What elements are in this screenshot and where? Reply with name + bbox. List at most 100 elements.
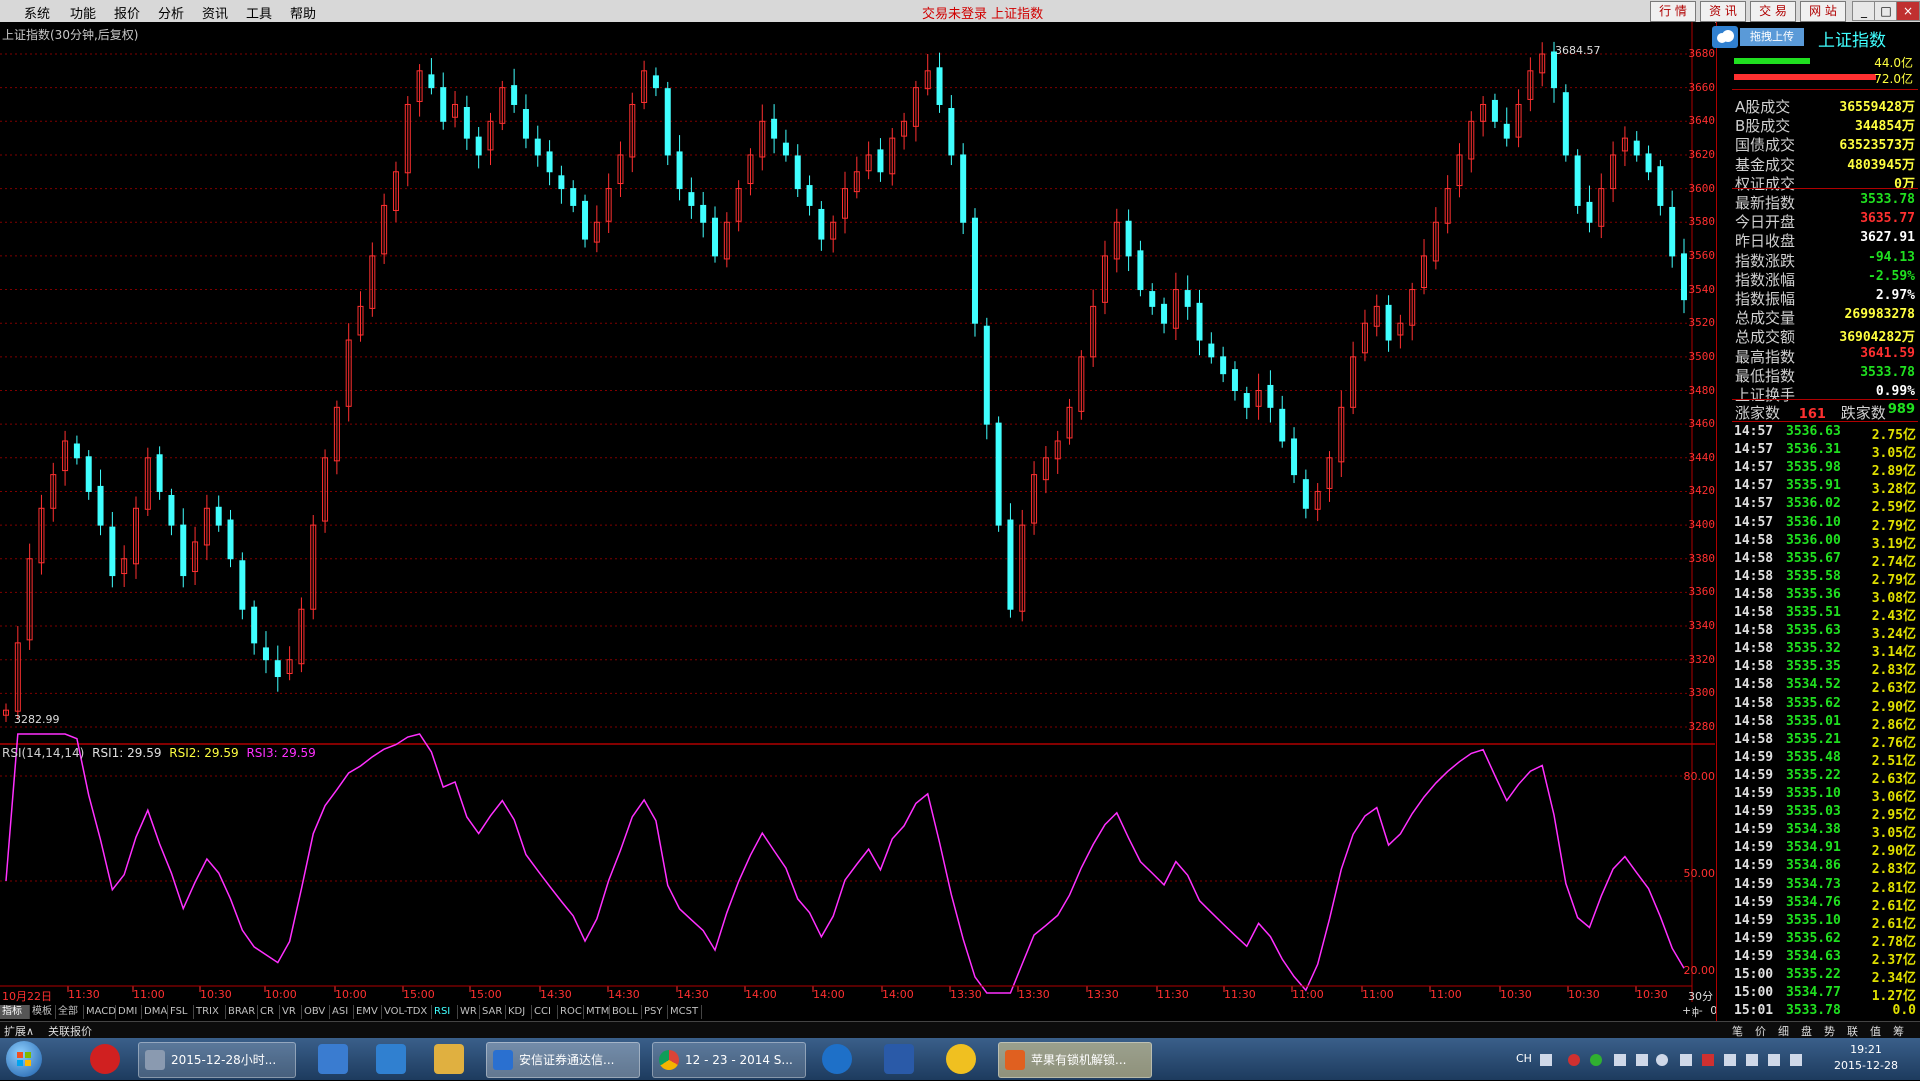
indicator-tab[interactable]: BOLL [610,1005,642,1019]
tick-time: 14:57 [1734,442,1774,458]
indicator-tab[interactable]: SAR [480,1005,506,1019]
stat-row: 今日开盘 3635.77 [1735,211,1915,231]
tick-time: 14:57 [1734,424,1774,439]
menu-info[interactable]: 资讯 [202,3,228,22]
cloud-app-icon[interactable] [376,1044,406,1074]
candle [1562,84,1569,162]
related-quotes-button[interactable]: 关联报价 [48,1023,92,1039]
word-icon[interactable] [884,1044,914,1074]
stat-value: 36559428万 [1839,100,1915,115]
menu-help[interactable]: 帮助 [290,3,316,22]
detail-tab[interactable]: 筹 [1893,1023,1904,1039]
stat-label: 最高指数 [1735,347,1796,366]
detail-tab[interactable]: 盘 [1801,1023,1812,1039]
tick-row: 14:58 3535.67 2.74亿 [1734,551,1916,570]
tick-row: 14:57 3536.63 2.75亿 [1734,424,1916,443]
ie-icon[interactable] [822,1044,852,1074]
indicator-tab[interactable]: FSL [168,1005,194,1019]
indicator-tab[interactable]: DMA [142,1005,168,1019]
indicator-tab[interactable]: VR [280,1005,302,1019]
clock[interactable]: 19:21 2015-12-28 [1820,1043,1912,1072]
indicator-tab[interactable]: WR [458,1005,480,1019]
indicator-tab[interactable]: MACD [84,1005,116,1019]
tick-time: 14:59 [1734,822,1774,838]
tick-row: 14:59 3535.22 2.63亿 [1734,768,1916,787]
menu-tools[interactable]: 工具 [246,3,272,22]
detail-tab[interactable]: 价 [1755,1023,1766,1039]
tick-amount: 2.63亿 [1871,771,1916,787]
detail-tab[interactable]: 值 [1870,1023,1881,1039]
indicator-tab[interactable]: MTM [584,1005,610,1019]
indicator-tab[interactable]: 指标 [0,1005,30,1019]
tick-amount: 2.83亿 [1871,862,1916,878]
tick-time: 14:58 [1734,677,1774,693]
detail-tab[interactable]: 笔 [1732,1023,1743,1039]
indicator-tab[interactable]: OBV [302,1005,330,1019]
stat-row: 上证换手 0.99% [1735,384,1915,404]
indicator-tab[interactable]: DMI [116,1005,142,1019]
input-language[interactable]: CH [1516,1052,1532,1065]
buy-volume-value: 44.0亿 [1874,56,1913,70]
indicator-tab[interactable]: MCST [668,1005,702,1019]
menu-quotes[interactable]: 报价 [114,3,140,22]
window-switch-icon[interactable] [318,1044,348,1074]
indicator-tab[interactable]: CCI [532,1005,558,1019]
indicator-tab[interactable]: EMV [354,1005,382,1019]
tick-row: 15:01 3533.78 0.0 [1734,1003,1916,1021]
indicator-tab[interactable]: TRIX [194,1005,226,1019]
detail-tab[interactable]: 联 [1847,1023,1858,1039]
indicator-tab[interactable]: KDJ [506,1005,532,1019]
rsi3-value: RSI3: 29.59 [246,746,316,760]
tick-row: 14:59 3535.48 2.51亿 [1734,750,1916,769]
indicator-tab[interactable]: CR [258,1005,280,1019]
indicator-tab[interactable]: BRAR [226,1005,258,1019]
close-button[interactable]: × [1896,1,1920,21]
indicator-tab[interactable]: 全部 [56,1005,84,1019]
taskbar-item-chrome[interactable]: 12 - 23 - 2014 S... [652,1042,806,1078]
stat-value: 3627.91 [1860,230,1915,246]
tag-icon [1005,1050,1025,1070]
menu-analysis[interactable]: 分析 [158,3,184,22]
indicator-tab[interactable]: ASI [330,1005,354,1019]
menu-system[interactable]: 系统 [24,3,50,22]
stock-app-icon[interactable] [90,1044,120,1074]
tick-row: 14:57 3535.98 2.89亿 [1734,460,1916,479]
stat-row: 国债成交 63523573万 [1735,134,1915,154]
indicator-tab[interactable]: ROC [558,1005,584,1019]
website-button[interactable]: 网 站 [1800,1,1846,22]
expand-button[interactable]: 扩展∧ [4,1023,34,1039]
stat-value: 2.97% [1875,288,1915,303]
time-tick-label: 11:00 [1292,988,1324,1001]
taskbar-item-hour[interactable]: 2015-12-28小时... [138,1042,296,1078]
cloud-upload-icon[interactable] [1712,26,1738,48]
zoom-in-button[interactable]: + [1682,1004,1691,1017]
status-bar: 扩展∧ 关联报价 笔价细盘势联值筹 [0,1021,1920,1039]
time-tick-label: 13:30 [1018,988,1050,1001]
clock-time: 19:21 [1850,1043,1882,1056]
system-tray[interactable] [1540,1050,1840,1070]
tick-time: 14:59 [1734,930,1774,946]
taskbar-item-tdx[interactable]: 安信证券通达信... [486,1042,640,1078]
price-tick-label: 3480 [1688,383,1716,397]
indicator-tab[interactable]: PSY [642,1005,668,1019]
folder-icon[interactable] [434,1044,464,1074]
taskbar-item-unlock[interactable]: 苹果有锁机解锁... [998,1042,1152,1078]
market-button[interactable]: 行 情 [1650,1,1696,22]
minimize-button[interactable]: _ [1852,1,1876,21]
detail-tab[interactable]: 势 [1824,1023,1835,1039]
menu-function[interactable]: 功能 [70,3,96,22]
trade-button[interactable]: 交 易 [1750,1,1796,22]
start-button[interactable] [6,1041,42,1077]
news-button[interactable]: 资 讯 [1700,1,1746,22]
indicator-tab[interactable]: 模板 [30,1005,56,1019]
clock-date: 2015-12-28 [1834,1059,1898,1072]
kline-chart[interactable] [0,22,1715,1022]
detail-tab[interactable]: 细 [1778,1023,1789,1039]
upload-drag-area[interactable]: 拖拽上传 [1740,28,1804,46]
maximize-button[interactable]: □ [1874,1,1898,21]
zoom-out-button[interactable]: - [1699,1004,1703,1017]
indicator-tab[interactable]: VOL-TDX [382,1005,432,1019]
indicator-tab[interactable]: RSI [432,1005,458,1019]
media-icon[interactable] [946,1044,976,1074]
tick-amount: 2.76亿 [1871,735,1916,751]
